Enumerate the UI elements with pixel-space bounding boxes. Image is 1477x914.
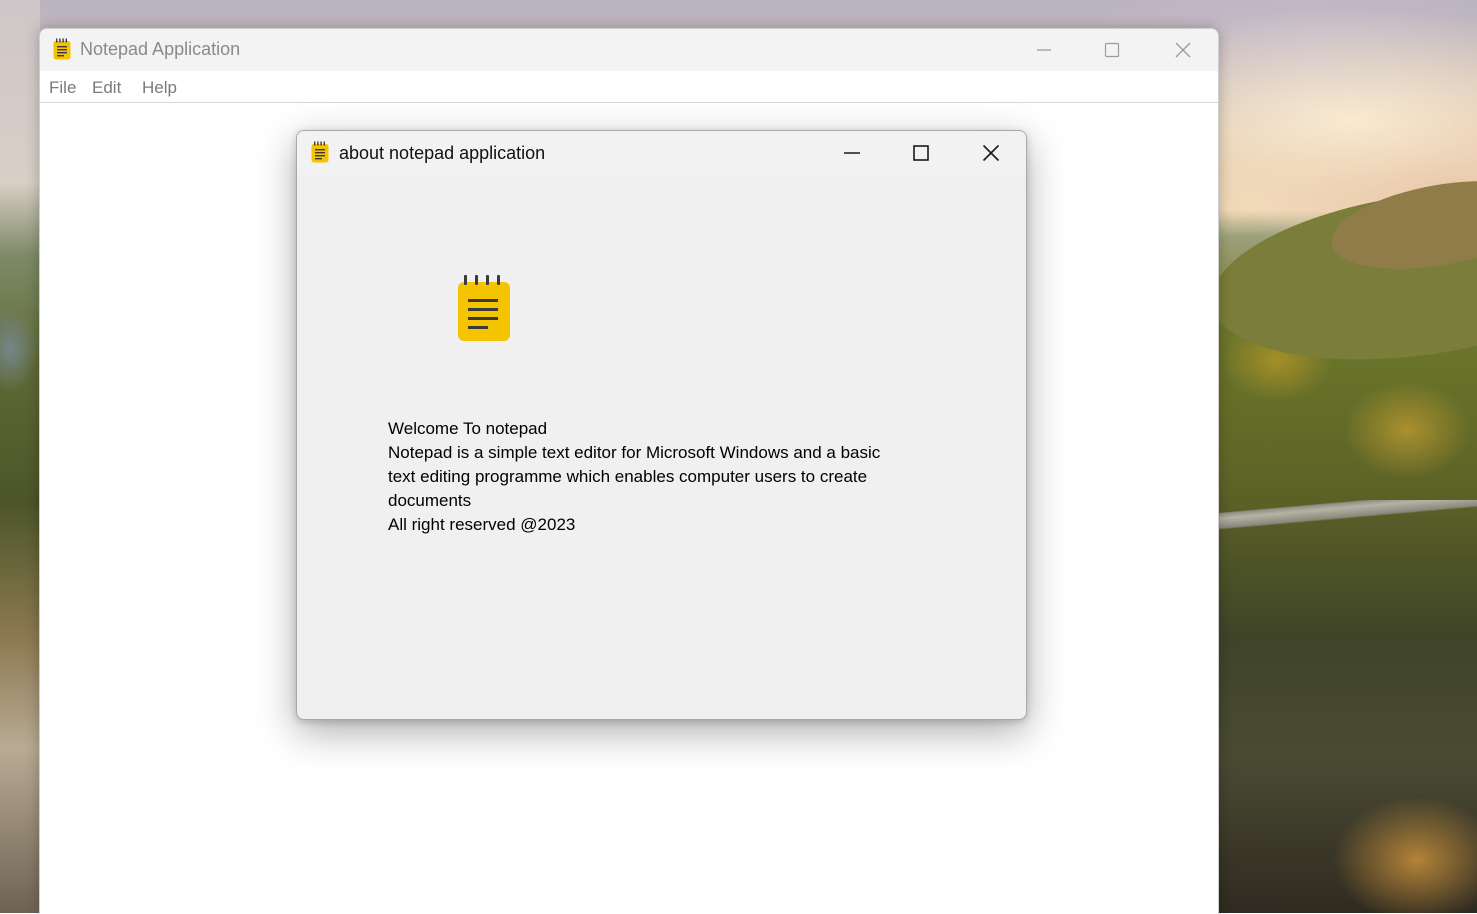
close-icon <box>982 144 1000 162</box>
notepad-logo-icon <box>456 275 512 348</box>
about-maximize-button[interactable] <box>886 131 956 175</box>
about-minimize-button[interactable] <box>817 131 887 175</box>
minimize-icon <box>1036 42 1052 58</box>
menu-bar: File Edit Help <box>40 71 1218 103</box>
about-description-line: text editing programme which enables com… <box>388 467 868 486</box>
about-copyright-line: All right reserved @2023 <box>388 515 576 534</box>
maximize-icon <box>1104 42 1120 58</box>
main-maximize-button[interactable] <box>1077 29 1147 71</box>
main-close-button[interactable] <box>1148 29 1218 71</box>
about-description: Welcome To notepad Notepad is a simple t… <box>388 417 928 537</box>
about-dialog-title: about notepad application <box>339 143 546 163</box>
minimize-icon <box>843 144 861 162</box>
about-close-button[interactable] <box>956 131 1026 175</box>
maximize-icon <box>912 144 930 162</box>
notepad-icon <box>311 141 329 168</box>
wallpaper-hillside <box>1217 300 1477 913</box>
about-description-line: Notepad is a simple text editor for Micr… <box>388 443 881 462</box>
about-dialog: about notepad application Welcome To not… <box>296 130 1027 720</box>
main-title-bar[interactable]: Notepad Application <box>40 29 1218 71</box>
main-minimize-button[interactable] <box>1009 29 1079 71</box>
about-title-bar[interactable]: about notepad application <box>297 131 1026 175</box>
wallpaper-boardwalk <box>1217 500 1477 540</box>
about-description-line: documents <box>388 491 472 510</box>
menu-edit[interactable]: Edit <box>92 78 121 98</box>
about-welcome-line: Welcome To notepad <box>388 419 548 438</box>
notepad-icon <box>53 38 71 65</box>
menu-help[interactable]: Help <box>142 78 177 98</box>
close-icon <box>1175 42 1191 58</box>
main-window-title: Notepad Application <box>80 39 241 59</box>
wallpaper-left-edge <box>0 0 40 913</box>
menu-file[interactable]: File <box>49 78 76 98</box>
